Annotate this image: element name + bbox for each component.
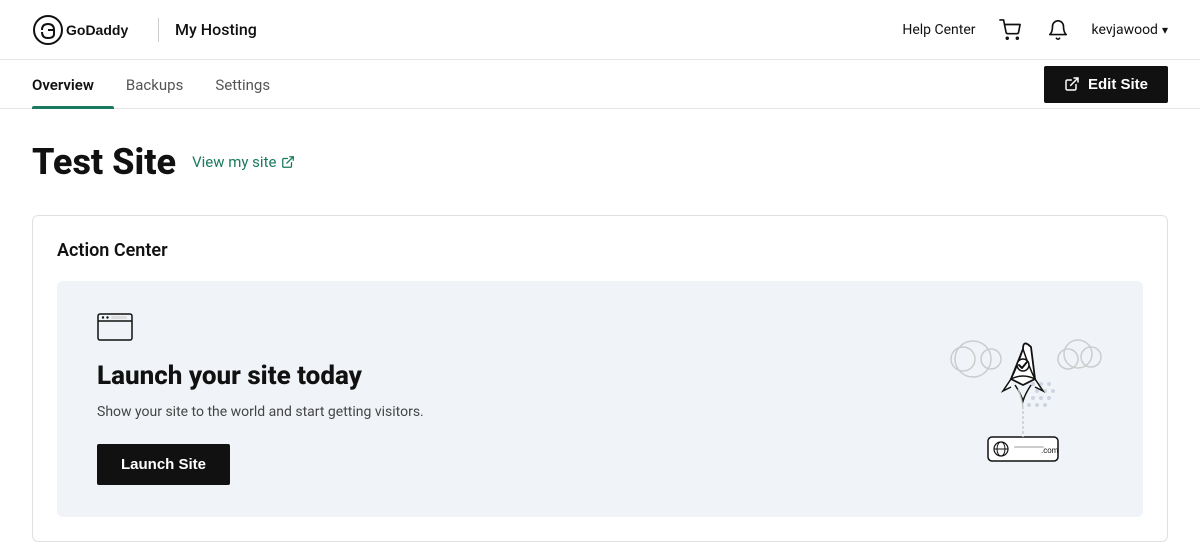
- tab-overview[interactable]: Overview: [32, 60, 114, 108]
- launch-site-button[interactable]: Launch Site: [97, 444, 230, 485]
- view-site-link[interactable]: View my site: [192, 153, 295, 171]
- header: GoDaddy My Hosting Help Center kevjawood…: [0, 0, 1200, 60]
- action-center-card: Action Center Launch your site today Sho…: [32, 215, 1168, 542]
- external-link-icon: [1064, 76, 1080, 92]
- nav-tabs-left: Overview Backups Settings: [32, 60, 302, 108]
- edit-site-label: Edit Site: [1088, 76, 1148, 93]
- external-link-small-icon: [281, 155, 295, 169]
- help-center-link[interactable]: Help Center: [902, 22, 975, 38]
- header-divider: [158, 18, 159, 42]
- nav-tabs: Overview Backups Settings Edit Site: [0, 60, 1200, 109]
- site-title: Test Site: [32, 141, 176, 183]
- svg-text:.com: .com: [1041, 446, 1059, 455]
- cart-icon[interactable]: [996, 16, 1024, 44]
- site-title-row: Test Site View my site: [32, 141, 1168, 183]
- chevron-down-icon: ▾: [1162, 23, 1168, 37]
- svg-text:GoDaddy: GoDaddy: [66, 22, 128, 38]
- godaddy-wordmark: GoDaddy: [32, 14, 142, 46]
- user-menu[interactable]: kevjawood ▾: [1092, 22, 1168, 38]
- header-right: Help Center kevjawood ▾: [902, 16, 1168, 44]
- browser-icon: [97, 313, 133, 341]
- launch-title: Launch your site today: [97, 361, 424, 392]
- launch-banner-left: Launch your site today Show your site to…: [97, 313, 424, 485]
- my-hosting-label: My Hosting: [175, 20, 257, 39]
- edit-site-button[interactable]: Edit Site: [1044, 66, 1168, 103]
- launch-banner: Launch your site today Show your site to…: [57, 281, 1143, 517]
- main-content: Test Site View my site Action Center: [0, 109, 1200, 542]
- tab-backups[interactable]: Backups: [126, 60, 203, 108]
- godaddy-logo[interactable]: GoDaddy: [32, 14, 142, 46]
- tab-settings[interactable]: Settings: [215, 60, 290, 108]
- action-center-title: Action Center: [57, 240, 1143, 261]
- header-left: GoDaddy My Hosting: [32, 14, 257, 46]
- username-label: kevjawood: [1092, 22, 1158, 38]
- launch-desc: Show your site to the world and start ge…: [97, 404, 424, 420]
- rocket-illustration: .com: [943, 329, 1103, 469]
- notification-icon[interactable]: [1044, 16, 1072, 44]
